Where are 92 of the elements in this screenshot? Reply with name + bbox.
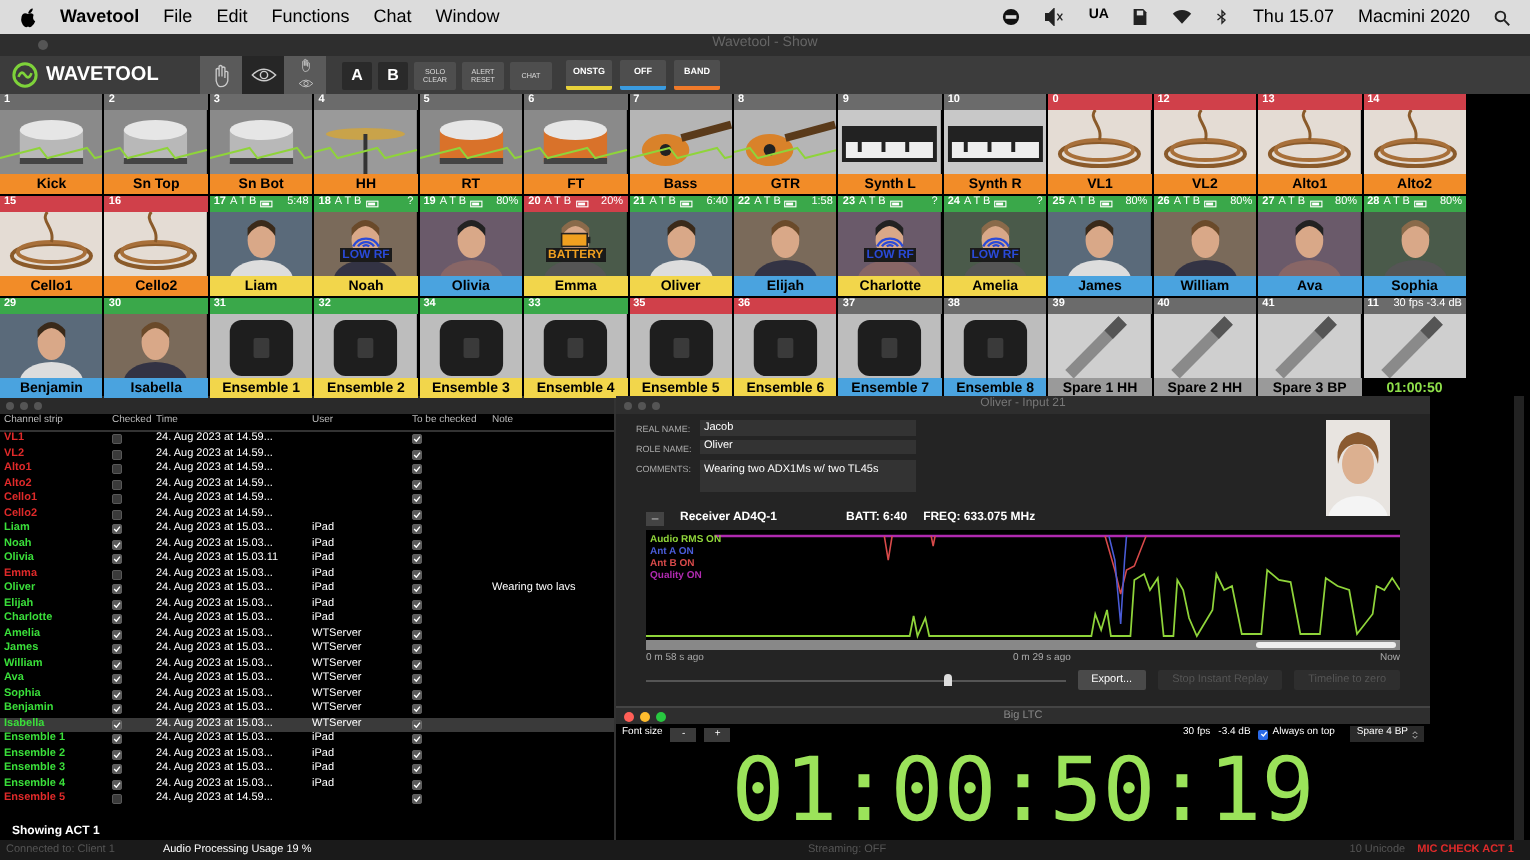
scrub-slider[interactable] [646, 674, 1066, 686]
wifi-icon [349, 232, 382, 248]
checkbox[interactable] [412, 479, 422, 490]
checkbox[interactable] [412, 554, 422, 565]
checkbox[interactable] [112, 629, 122, 640]
checkbox[interactable] [112, 689, 122, 700]
timecode-display: 01:00:50:19 [731, 748, 1315, 836]
checkbox[interactable] [412, 704, 422, 715]
menu-item[interactable]: Chat [373, 3, 412, 31]
checkbox[interactable] [412, 674, 422, 685]
record-icon[interactable] [1002, 8, 1021, 26]
checkbox[interactable] [112, 659, 122, 670]
checkbox[interactable] [112, 749, 122, 760]
checkbox[interactable] [112, 494, 122, 505]
slider-thumb[interactable] [943, 674, 952, 686]
caret-icon [1412, 729, 1418, 739]
checkbox[interactable] [412, 659, 422, 670]
battery-icon [575, 200, 590, 208]
checkbox[interactable] [112, 554, 122, 565]
checkbox[interactable] [112, 614, 122, 625]
battery-icon [1309, 200, 1324, 208]
mute-icon[interactable] [1044, 8, 1065, 26]
checkbox[interactable] [112, 479, 122, 490]
battery-icon [260, 200, 275, 208]
checkbox[interactable] [412, 494, 422, 505]
checkbox[interactable] [412, 539, 422, 550]
checkbox[interactable] [412, 449, 422, 460]
battery-icon [679, 200, 694, 208]
checkbox[interactable] [412, 689, 422, 700]
checkbox[interactable] [412, 719, 422, 730]
battery-icon [559, 232, 592, 248]
scrollbar[interactable] [646, 640, 1400, 650]
wifi-icon [874, 232, 907, 248]
app-menu[interactable]: Wavetool [60, 3, 140, 31]
checkbox[interactable] [412, 509, 422, 520]
bluetooth-icon[interactable] [1216, 8, 1229, 26]
checkbox[interactable] [412, 599, 422, 610]
checkbox[interactable] [412, 569, 422, 580]
checkbox[interactable] [412, 614, 422, 625]
menu-item[interactable]: File [163, 3, 193, 31]
sd-card-icon[interactable] [1132, 8, 1149, 26]
checkbox[interactable] [112, 449, 122, 460]
checkbox[interactable] [112, 779, 122, 790]
group-button[interactable]: A [342, 61, 372, 89]
group-button[interactable]: B [378, 61, 408, 89]
checkbox[interactable] [112, 734, 122, 745]
checkbox[interactable] [412, 464, 422, 475]
battery-icon [365, 200, 380, 208]
menubar-clock[interactable]: Thu 15.07 [1252, 3, 1334, 31]
checkbox[interactable] [112, 524, 122, 535]
menu-item[interactable]: Functions [271, 3, 350, 31]
battery-icon [889, 200, 904, 208]
checkbox[interactable] [112, 719, 122, 730]
checkbox[interactable] [112, 794, 122, 805]
battery-icon [470, 200, 485, 208]
battery-icon [994, 200, 1009, 208]
battery-icon [1099, 200, 1114, 208]
checkbox[interactable] [112, 569, 122, 580]
battery-icon [1204, 200, 1219, 208]
checkbox[interactable] [112, 464, 122, 475]
wifi-icon [979, 232, 1012, 248]
checkbox[interactable] [412, 734, 422, 745]
checkbox[interactable] [412, 779, 422, 790]
battery-icon [1413, 200, 1428, 208]
checkbox[interactable] [412, 764, 422, 775]
apple-icon[interactable] [20, 7, 36, 27]
hand-eye-icon [295, 58, 315, 92]
checkbox[interactable] [412, 584, 422, 595]
menu-item[interactable]: Edit [216, 3, 248, 31]
checkbox[interactable] [412, 644, 422, 655]
checkbox[interactable] [112, 704, 122, 715]
checkbox[interactable] [412, 434, 422, 445]
logo-text: WAVETOOL [46, 62, 159, 90]
checkbox[interactable] [412, 524, 422, 535]
computer-name[interactable]: Macmini 2020 [1357, 3, 1470, 31]
checkbox[interactable] [112, 509, 122, 520]
checkbox[interactable] [112, 539, 122, 550]
logo-icon [12, 62, 38, 88]
checkbox[interactable] [112, 674, 122, 685]
checkbox[interactable] [112, 599, 122, 610]
search-icon[interactable] [1494, 9, 1510, 25]
checkbox[interactable] [112, 764, 122, 775]
wifi-icon[interactable] [1172, 8, 1193, 26]
checkbox[interactable] [412, 629, 422, 640]
menu-item[interactable]: Window [435, 3, 500, 31]
checkbox[interactable] [112, 584, 122, 595]
battery-icon [784, 200, 799, 208]
checkbox[interactable] [412, 749, 422, 760]
checkbox[interactable] [112, 434, 122, 445]
view-mode-button[interactable] [242, 56, 284, 94]
checkbox[interactable] [112, 644, 122, 655]
checkbox[interactable] [412, 794, 422, 805]
